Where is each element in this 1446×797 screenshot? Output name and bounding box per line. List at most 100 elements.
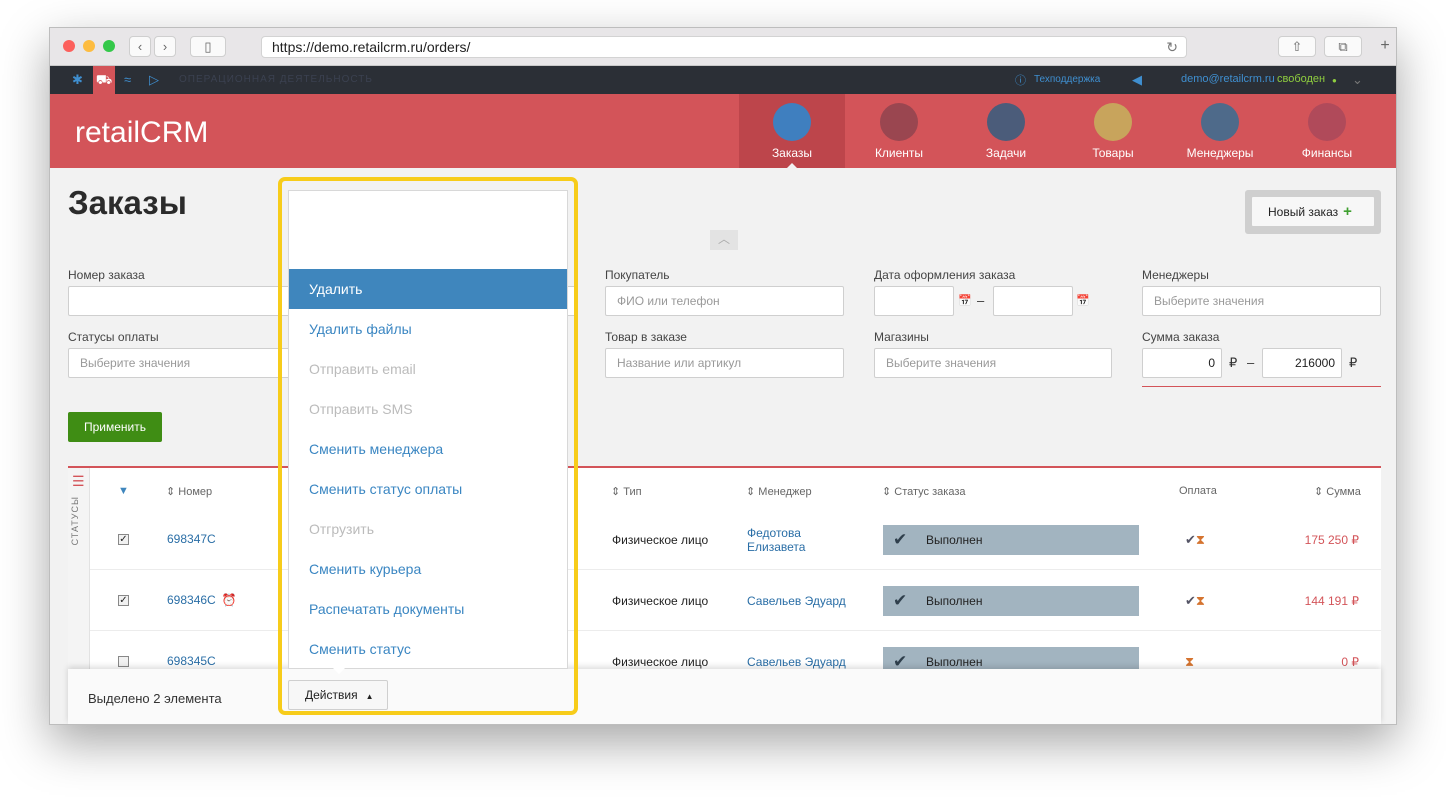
play-icon[interactable]: ▷	[149, 72, 159, 88]
tabs-icon[interactable]: ⧉	[1324, 36, 1362, 57]
megaphone-icon[interactable]: ◀	[1132, 72, 1142, 88]
nav-managers[interactable]: Менеджеры	[1167, 94, 1273, 168]
sum-cell: 0 ₽	[1341, 655, 1359, 669]
actions-button[interactable]: Действия ▲	[288, 680, 388, 710]
action-change-payment-status[interactable]: Сменить статус оплаты	[289, 469, 567, 509]
product-input[interactable]: Название или артикул	[605, 348, 844, 378]
zoom-window-icon[interactable]	[103, 40, 115, 52]
select-all-icon[interactable]: ▼	[118, 485, 129, 497]
col-type-label: Тип	[623, 486, 642, 498]
new-order-button[interactable]: Новый заказ +	[1251, 196, 1375, 227]
col-number-label: Номер	[178, 486, 213, 498]
action-delete[interactable]: Удалить	[289, 269, 567, 309]
order-number-link[interactable]: 698347C	[167, 532, 216, 546]
calendar-icon[interactable]: 📅	[958, 294, 972, 307]
col-type[interactable]: ⇕ Тип	[611, 485, 642, 498]
new-tab-icon[interactable]: +	[1374, 36, 1396, 57]
status-badge[interactable]: ✔ Выполнен	[883, 586, 1139, 616]
collapse-filters-icon[interactable]: ︿	[710, 230, 738, 250]
col-manager[interactable]: ⇕ Менеджер	[746, 485, 812, 498]
menu-icon[interactable]: ☰	[72, 473, 85, 490]
col-payment: Оплата	[1179, 485, 1217, 497]
order-number-text: 698346C	[167, 593, 216, 607]
reload-icon[interactable]: ↻	[1166, 37, 1178, 57]
nav-orders[interactable]: Заказы	[739, 94, 845, 168]
sum-to-input[interactable]: 216000	[1262, 348, 1342, 378]
row-checkbox[interactable]: ✓	[118, 595, 129, 606]
order-number-link[interactable]: 698346C ⏰	[167, 593, 237, 607]
new-order-wrap: Новый заказ +	[1245, 190, 1381, 234]
help-icon[interactable]: ⓘ	[1015, 72, 1026, 88]
buyer-input[interactable]: ФИО или телефон	[605, 286, 844, 316]
chart-icon[interactable]: ≈	[124, 72, 131, 87]
section-name: ОПЕРАЦИОННАЯ ДЕЯТЕЛЬНОСТЬ	[179, 74, 373, 85]
action-delete-files[interactable]: Удалить файлы	[289, 309, 567, 349]
action-change-status[interactable]: Сменить статус	[289, 629, 567, 669]
payment-status-icon: ✔⧗	[1185, 532, 1206, 547]
app-topbar: ✱ ⛟ ≈ ▷ ОПЕРАЦИОННАЯ ДЕЯТЕЛЬНОСТЬ ⓘ Техп…	[50, 66, 1396, 94]
forward-icon[interactable]: ›	[154, 36, 176, 57]
share-icon[interactable]: ⇧	[1278, 36, 1316, 57]
managers-select[interactable]: Выберите значения	[1142, 286, 1381, 316]
buyer-label: Покупатель	[605, 268, 670, 282]
nav-finance[interactable]: Финансы	[1274, 94, 1380, 168]
ruble-sign: ₽	[1229, 355, 1238, 370]
col-status[interactable]: ⇕ Статус заказа	[882, 485, 965, 498]
user-email[interactable]: demo@retailcrm.ru	[1181, 73, 1275, 85]
calendar-icon[interactable]: 📅	[1076, 294, 1090, 307]
cart-icon[interactable]: ⛟	[93, 66, 115, 94]
sum-range-line	[1142, 386, 1381, 387]
action-ship: Отгрузить	[309, 521, 374, 537]
cart-icon	[773, 103, 811, 141]
order-number-link[interactable]: 698345C	[167, 654, 216, 668]
back-icon[interactable]: ‹	[129, 36, 151, 57]
date-to-input[interactable]	[993, 286, 1073, 316]
action-send-email: Отправить email	[309, 361, 416, 377]
apply-button[interactable]: Применить	[68, 412, 162, 442]
status-label: Выполнен	[926, 594, 983, 608]
manager-link[interactable]: Савельев Эдуард	[747, 594, 846, 608]
manager-link[interactable]: Федотова Елизавета	[747, 526, 837, 554]
payment-status-select[interactable]: Выберите значения	[68, 348, 298, 378]
actions-dropdown: Удалить Удалить файлы Отправить email От…	[288, 190, 568, 669]
nav-label: Товары	[1092, 146, 1134, 160]
date-dash: –	[977, 293, 985, 308]
type-cell: Физическое лицо	[612, 533, 709, 547]
nav-label: Финансы	[1301, 146, 1353, 160]
nav-label: Заказы	[771, 146, 813, 160]
status-badge[interactable]: ✔ Выполнен	[883, 525, 1139, 555]
user-status: свободен	[1277, 73, 1326, 85]
col-status-label: Статус заказа	[894, 486, 966, 498]
action-print-documents[interactable]: Распечатать документы	[289, 589, 567, 629]
action-change-courier[interactable]: Сменить курьера	[289, 549, 567, 589]
row-checkbox[interactable]: ✓	[118, 534, 129, 545]
caret-up-icon: ▲	[365, 692, 374, 701]
url-text: https://demo.retailcrm.ru/orders/	[272, 39, 471, 55]
sidebar-toggle-icon[interactable]: ▯	[190, 36, 226, 57]
date-from-input[interactable]	[874, 286, 954, 316]
col-number[interactable]: ⇕ Номер	[166, 485, 212, 498]
action-change-manager[interactable]: Сменить менеджера	[289, 429, 567, 469]
nav-tasks[interactable]: Задачи	[953, 94, 1059, 168]
sum-from-input[interactable]: 0	[1142, 348, 1222, 378]
chevron-down-icon[interactable]: ⌄	[1352, 72, 1363, 88]
ruble-sign: ₽	[1349, 355, 1358, 370]
support-link[interactable]: Техподдержка	[1034, 74, 1100, 85]
logo[interactable]: retailCRM	[75, 116, 208, 150]
col-sum[interactable]: ⇕ Сумма	[1314, 485, 1361, 498]
stores-select[interactable]: Выберите значения	[874, 348, 1112, 378]
nav-products[interactable]: Товары	[1060, 94, 1166, 168]
close-window-icon[interactable]	[63, 40, 75, 52]
nav-label: Задачи	[985, 146, 1027, 160]
new-order-label: Новый заказ	[1268, 205, 1339, 219]
nav-clients[interactable]: Клиенты	[846, 94, 952, 168]
manager-link[interactable]: Савельев Эдуард	[747, 655, 846, 669]
check-icon: ✔	[893, 591, 908, 610]
gear-icon[interactable]: ✱	[72, 72, 83, 88]
type-cell: Физическое лицо	[612, 594, 709, 608]
statuses-label: СТАТУСЫ	[70, 496, 80, 546]
address-bar[interactable]: https://demo.retailcrm.ru/orders/ ↻	[261, 36, 1187, 58]
order-number-input[interactable]	[68, 286, 298, 316]
row-checkbox[interactable]: ✓	[118, 656, 129, 667]
minimize-window-icon[interactable]	[83, 40, 95, 52]
